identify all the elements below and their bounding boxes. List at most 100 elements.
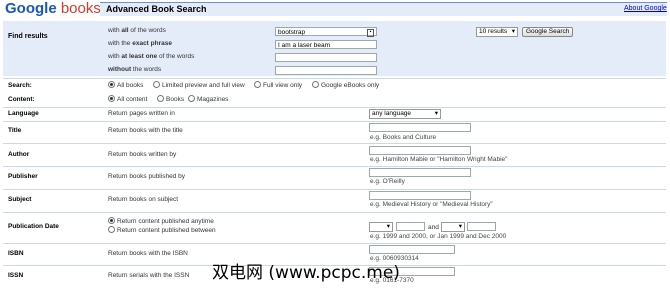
divider <box>3 121 666 122</box>
content-option-all-label: All content <box>117 96 148 104</box>
pubdate-option-anytime-label: Return content published anytime <box>117 218 214 226</box>
find-row-without-post: the words <box>131 66 162 73</box>
search-option-ebooks[interactable]: Google eBooks only <box>312 81 380 90</box>
exact-phrase-input[interactable]: I am a laser beam <box>275 40 377 49</box>
watermark-text: 双电网 (www.pcpc.me) <box>212 263 400 283</box>
find-results-label: Find results <box>8 33 48 40</box>
title-hint: e.g. Books and Culture <box>370 134 437 141</box>
radio-icon[interactable] <box>254 81 261 88</box>
isbn-desc: Return books with the ISBN <box>108 250 188 257</box>
isbn-label: ISBN <box>8 250 24 257</box>
pubdate-option-between[interactable]: Return content published between <box>108 226 216 235</box>
language-desc: Return pages written in <box>108 110 175 117</box>
content-option-magazines-label: Magazines <box>197 96 229 104</box>
search-option-ebooks-label: Google eBooks only <box>321 82 380 90</box>
pubdate-option-anytime[interactable]: Return content published anytime <box>108 217 214 226</box>
title-desc: Return books with the title <box>108 127 183 134</box>
pubdate-option-between-label: Return content published between <box>117 227 216 235</box>
find-row-exact-bold: exact phrase <box>132 40 172 47</box>
divider <box>3 143 666 144</box>
search-option-all[interactable]: All books <box>108 81 144 90</box>
exact-phrase-value: I am a laser beam <box>278 42 331 49</box>
divider <box>3 243 666 244</box>
publisher-label: Publisher <box>8 173 38 180</box>
author-input[interactable] <box>369 146 471 155</box>
subject-hint: e.g. Medieval History or "Medieval Histo… <box>370 201 493 208</box>
search-option-limited[interactable]: Limited preview and full view <box>153 81 245 90</box>
pubdate-and: and <box>428 224 439 231</box>
content-option-magazines[interactable]: Magazines <box>188 95 229 104</box>
at-least-one-input[interactable] <box>275 53 377 62</box>
radio-icon[interactable] <box>108 226 115 233</box>
subject-desc: Return books on subject <box>108 196 179 203</box>
language-label: Language <box>8 110 39 117</box>
search-option-full[interactable]: Full view only <box>254 81 302 89</box>
find-row-exact-pre: with the <box>108 40 133 47</box>
all-words-input[interactable]: bootstrap ▪ <box>275 27 377 37</box>
author-desc: Return books written by <box>108 151 177 158</box>
search-option-all-label: All books <box>117 82 144 90</box>
subject-label: Subject <box>8 196 32 203</box>
page-title: Advanced Book Search <box>106 4 207 14</box>
subject-input[interactable] <box>369 191 471 200</box>
content-option-books-label: Books <box>166 96 185 104</box>
title-label: Title <box>8 127 22 134</box>
chevron-down-icon: ▾ <box>434 110 438 117</box>
language-value: any language <box>372 110 412 117</box>
pubdate-label: Publication Date <box>8 223 59 230</box>
radio-icon[interactable] <box>108 95 115 102</box>
find-row-all-bold: all <box>121 27 129 34</box>
find-row-atleast-post: of the words <box>157 53 195 60</box>
without-words-input[interactable] <box>275 66 377 75</box>
title-input[interactable] <box>369 123 471 132</box>
logo-books: books <box>60 0 101 17</box>
chevron-down-icon: ▾ <box>458 223 462 230</box>
radio-icon[interactable] <box>153 81 160 88</box>
start-year-input[interactable] <box>396 222 425 231</box>
issn-label: ISSN <box>8 272 24 279</box>
divider <box>3 212 666 213</box>
find-row-without: without the words <box>108 66 161 73</box>
find-row-all: with all of the words <box>108 27 166 34</box>
radio-icon[interactable] <box>108 81 115 88</box>
end-year-input[interactable] <box>467 222 496 231</box>
divider <box>3 189 666 190</box>
content-label: Content: <box>8 96 35 103</box>
find-row-atleast: with at least one of the words <box>108 53 194 60</box>
publisher-hint: e.g. O'Reilly <box>370 178 405 185</box>
all-words-value: bootstrap <box>278 29 306 36</box>
results-count-value: 10 results <box>479 28 508 35</box>
search-option-limited-label: Limited preview and full view <box>162 82 245 90</box>
find-row-all-post: of the words <box>128 27 166 34</box>
input-tool-icon[interactable]: ▪ <box>367 29 374 37</box>
chevron-down-icon: ▾ <box>511 28 515 35</box>
end-month-select[interactable]: ▾ <box>441 222 465 232</box>
about-google-link[interactable]: About Google <box>624 5 667 12</box>
google-search-button[interactable]: Google Search <box>522 27 574 37</box>
author-hint: e.g. Hamilton Mabie or "Hamilton Wright … <box>370 156 508 163</box>
publisher-desc: Return books published by <box>108 173 185 180</box>
author-label: Author <box>8 151 30 158</box>
divider <box>3 107 666 108</box>
language-select[interactable]: any language ▾ <box>369 109 441 119</box>
pubdate-hint: e.g. 1999 and 2000, or Jan 1999 and Dec … <box>370 233 507 240</box>
content-option-books[interactable]: Books <box>157 95 185 104</box>
radio-icon[interactable] <box>157 95 164 102</box>
search-label: Search: <box>8 82 32 89</box>
radio-icon[interactable] <box>188 95 195 102</box>
start-month-select[interactable]: ▾ <box>369 222 393 232</box>
isbn-input[interactable] <box>369 245 455 254</box>
google-books-logo[interactable]: Google books <box>5 0 101 17</box>
results-count-select[interactable]: 10 results ▾ <box>476 27 518 37</box>
publisher-input[interactable] <box>369 168 471 177</box>
content-option-all[interactable]: All content <box>108 95 148 104</box>
find-row-atleast-pre: with <box>108 53 122 60</box>
find-row-atleast-bold: at least one <box>121 53 158 60</box>
radio-icon[interactable] <box>108 217 115 224</box>
issn-desc: Return serials with the ISSN <box>108 272 190 279</box>
logo-google: Google <box>5 0 57 17</box>
find-row-exact: with the exact phrase <box>108 40 172 47</box>
divider <box>3 78 666 79</box>
chevron-down-icon: ▾ <box>386 223 390 230</box>
radio-icon[interactable] <box>312 81 319 88</box>
